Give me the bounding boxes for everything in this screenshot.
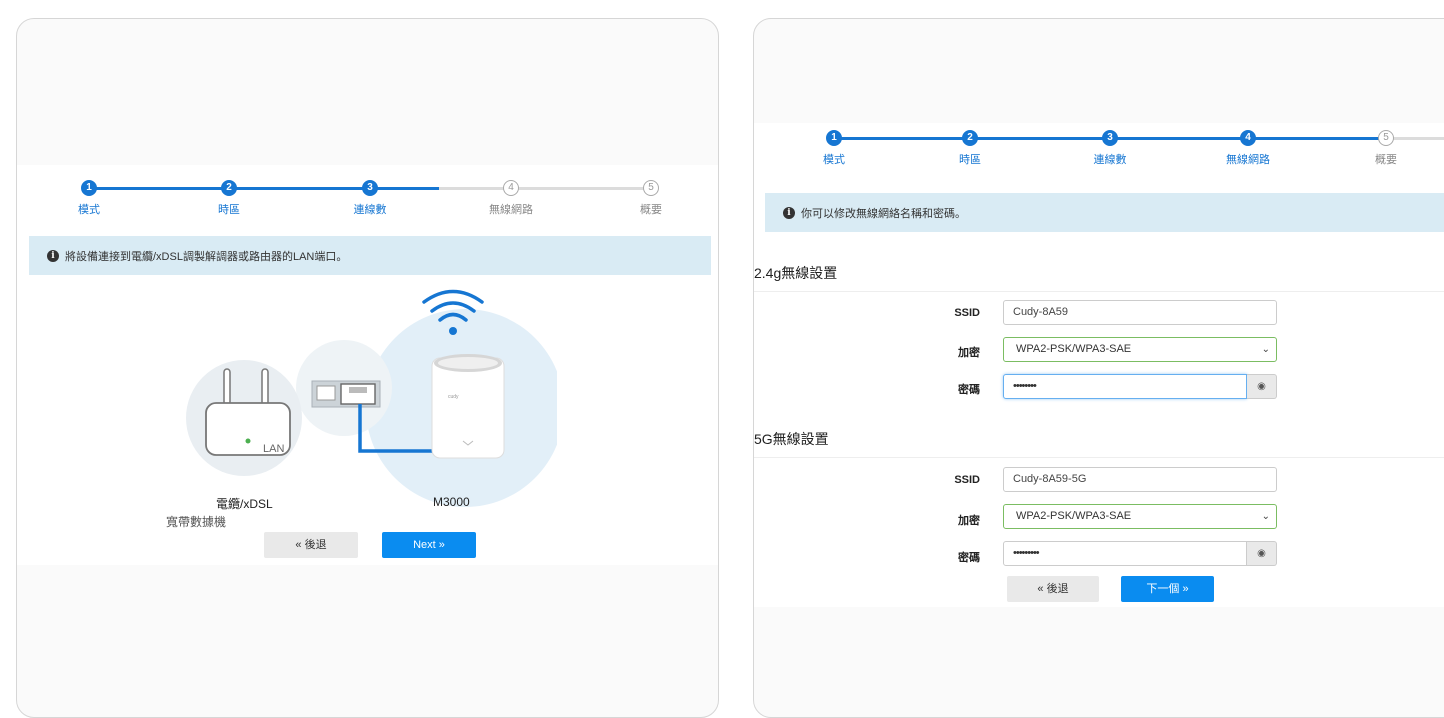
step-1-label: 模式 — [823, 154, 845, 166]
back-button[interactable]: « 後退 — [264, 532, 358, 558]
connection-diagram — [186, 289, 557, 507]
wifi5-encryption-select[interactable]: WPA2-PSK/WPA3-SAE ⌄ — [1003, 504, 1277, 529]
step-5-label: 概要 — [1375, 154, 1397, 166]
lan-label: LAN — [263, 443, 285, 455]
step-5-label: 概要 — [640, 204, 662, 216]
next-button[interactable]: Next » — [382, 532, 476, 558]
step-3-circle: 3 — [1102, 130, 1118, 146]
step-1-label: 模式 — [78, 204, 100, 216]
modem-label: 電纜/xDSL — [216, 497, 273, 511]
wifi5-encryption-value: WPA2-PSK/WPA3-SAE — [1016, 510, 1132, 522]
wifi24-encryption-value: WPA2-PSK/WPA3-SAE — [1016, 343, 1132, 355]
step-5-circle: 5 — [1378, 130, 1394, 146]
wifi5-password-label: 密碼 — [958, 552, 980, 564]
step-4-label: 無線網路 — [489, 204, 533, 216]
step-3-circle: 3 — [362, 180, 378, 196]
wifi5-ssid-input[interactable]: Cudy-8A59-5G — [1003, 467, 1277, 492]
eye-icon[interactable]: ◉ — [1247, 541, 1277, 566]
info-circle-icon: i — [783, 206, 795, 219]
stepper-progress-line — [89, 187, 439, 190]
step-2-circle: 2 — [221, 180, 237, 196]
wifi5-password-group: ••••••••• ◉ — [1003, 541, 1277, 566]
wifi24-ssid-input[interactable]: Cudy-8A59 — [1003, 300, 1277, 325]
wizard-content: 1 模式 2 時區 3 連線數 4 無線網路 5 概要 i 將設備連接到電纜/x… — [17, 165, 718, 565]
info-banner-text: 你可以修改無線網絡名稱和密碼。 — [801, 207, 966, 220]
progress-stepper: 1 模式 2 時區 3 連線數 4 無線網路 5 概要 — [754, 129, 1444, 179]
back-button[interactable]: « 後退 — [1007, 576, 1099, 602]
device-brand-label: cudy — [448, 394, 459, 400]
progress-stepper: 1 模式 2 時區 3 連線數 4 無線網路 5 概要 — [17, 179, 718, 229]
step-2-label: 時區 — [959, 154, 981, 166]
info-circle-icon: i — [47, 249, 59, 262]
step-1-circle: 1 — [81, 180, 97, 196]
wizard-panel-wireless: 1 模式 2 時區 3 連線數 4 無線網路 5 概要 i 你可以修改無線網絡名… — [753, 18, 1444, 718]
wifi24-ssid-label: SSID — [954, 307, 980, 319]
step-3-label: 連線數 — [353, 204, 387, 216]
info-banner: i 你可以修改無線網絡名稱和密碼。 — [765, 193, 1444, 232]
wifi5-ssid-label: SSID — [954, 474, 980, 486]
wifi24-section-title: 2.4g無線設置 — [754, 263, 1444, 292]
eye-icon[interactable]: ◉ — [1247, 374, 1277, 399]
stepper-remaining-line — [439, 187, 651, 190]
info-banner: i 將設備連接到電纜/xDSL調製解調器或路由器的LAN端口。 — [29, 236, 711, 275]
wifi24-password-input[interactable]: •••••••• — [1003, 374, 1247, 399]
m3000-device-icon — [431, 354, 505, 459]
step-5-circle: 5 — [643, 180, 659, 196]
wizard-content: 1 模式 2 時區 3 連線數 4 無線網路 5 概要 i 你可以修改無線網絡名… — [754, 123, 1444, 607]
wifi5-encryption-label: 加密 — [958, 515, 980, 527]
step-4-circle: 4 — [1240, 130, 1256, 146]
step-1-circle: 1 — [826, 130, 842, 146]
wifi5-section-title: 5G無線設置 — [754, 429, 1444, 458]
lan-port-icon — [311, 380, 381, 408]
next-button[interactable]: 下一個 » — [1121, 576, 1214, 602]
step-3-label: 連線數 — [1093, 154, 1127, 166]
wizard-panel-connection: 1 模式 2 時區 3 連線數 4 無線網路 5 概要 i 將設備連接到電纜/x… — [16, 18, 719, 718]
wifi5-password-input[interactable]: ••••••••• — [1003, 541, 1247, 566]
wifi24-password-group: •••••••• ◉ — [1003, 374, 1277, 399]
step-4-circle: 4 — [503, 180, 519, 196]
chevron-down-icon: ⌄ — [1261, 344, 1270, 355]
device-label: M3000 — [433, 495, 470, 509]
info-banner-text: 將設備連接到電纜/xDSL調製解調器或路由器的LAN端口。 — [65, 250, 348, 263]
wifi24-encryption-select[interactable]: WPA2-PSK/WPA3-SAE ⌄ — [1003, 337, 1277, 362]
step-4-label: 無線網路 — [1226, 154, 1270, 166]
step-2-label: 時區 — [218, 204, 240, 216]
step-2-circle: 2 — [962, 130, 978, 146]
chevron-down-icon: ⌄ — [1261, 511, 1270, 522]
wifi24-encryption-label: 加密 — [958, 347, 980, 359]
modem-sublabel: 寬帶數據機 — [166, 515, 227, 529]
wifi24-password-label: 密碼 — [958, 384, 980, 396]
